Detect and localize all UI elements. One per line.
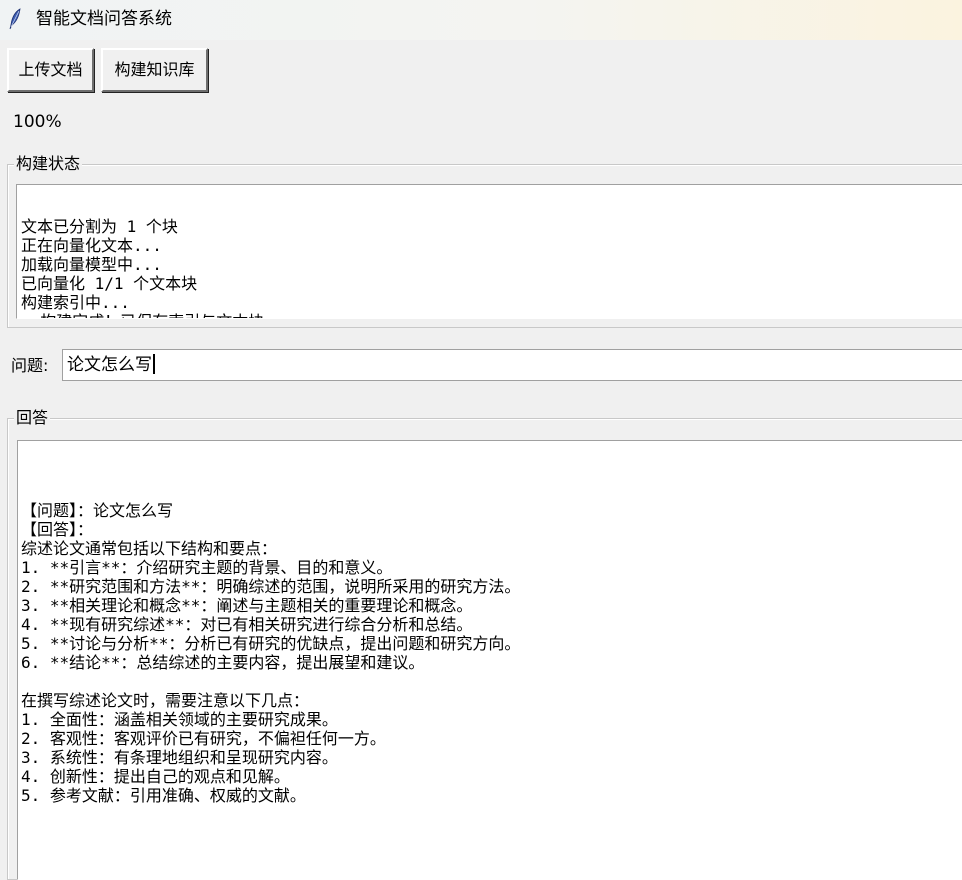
answer-line: 6. **结论**：总结综述的主要内容，提出展望和建议。 [21,653,425,672]
upload-document-button[interactable]: 上传文档 [7,48,94,92]
answer-line [21,482,962,501]
question-input[interactable]: 论文怎么写 [62,349,962,381]
status-log-line: ☑ 构建完成！已保存索引与文本块。 [21,312,962,318]
question-label: 问题: [11,356,49,375]
answer-line: 2. **研究范围和方法**：明确综述的范围，说明所采用的研究方法。 [21,577,521,596]
title-bar: 智能文档问答系统 [0,0,962,40]
progress-percent: 100% [13,112,62,132]
status-log-line: 正在向量化文本... [21,236,162,255]
answer-line: 在撰写综述论文时，需要注意以下几点： [21,691,310,710]
answer-line: 5. 参考文献：引用准确、权威的文献。 [21,786,306,805]
status-log-line: 构建索引中... [21,293,130,312]
answer-line: 4. **现有研究综述**：对已有相关研究进行综合分析和总结。 [21,615,473,634]
build-knowledge-base-button[interactable]: 构建知识库 [101,48,208,92]
answer-legend: 回答 [14,408,51,427]
answer-line: 【问题】：论文怎么写 [21,501,174,520]
answer-line: 3. 系统性：有条理地组织和呈现研究内容。 [21,748,338,767]
build-status-legend: 构建状态 [14,154,83,173]
window-title: 智能文档问答系统 [36,9,172,29]
answer-text[interactable]: 【问题】：论文怎么写 【回答】： 综述论文通常包括以下结构和要点： 1. **引言**… [17,440,962,880]
status-log-line: 文本已分割为 1 个块 [21,217,178,236]
answer-line: 综述论文通常包括以下结构和要点： [21,539,278,558]
status-log-line: 已向量化 1/1 个文本块 [21,274,198,293]
answer-line [21,672,962,691]
answer-line: 1. **引言**：介绍研究主题的背景、目的和意义。 [21,558,393,577]
answer-line: 1. 全面性：涵盖相关领域的主要研究成果。 [21,710,338,729]
status-log-line: 加载向量模型中... [21,255,162,274]
text-caret [153,354,155,374]
answer-line: 5. **讨论与分析**：分析已有研究的优缺点，提出问题和研究方向。 [21,634,521,653]
question-input-value: 论文怎么写 [67,355,152,375]
answer-line: 4. 创新性：提出自己的观点和见解。 [21,767,290,786]
feather-icon [9,8,21,30]
build-status-log[interactable]: 文本已分割为 1 个块 正在向量化文本... 加载向量模型中... 已向量化 1/1 … [16,184,962,319]
answer-line: 【回答】： [21,520,94,539]
answer-line: 3. **相关理论和概念**：阐述与主题相关的重要理论和概念。 [21,596,473,615]
answer-line: 2. 客观性：客观评价已有研究，不偏袒任何一方。 [21,729,386,748]
